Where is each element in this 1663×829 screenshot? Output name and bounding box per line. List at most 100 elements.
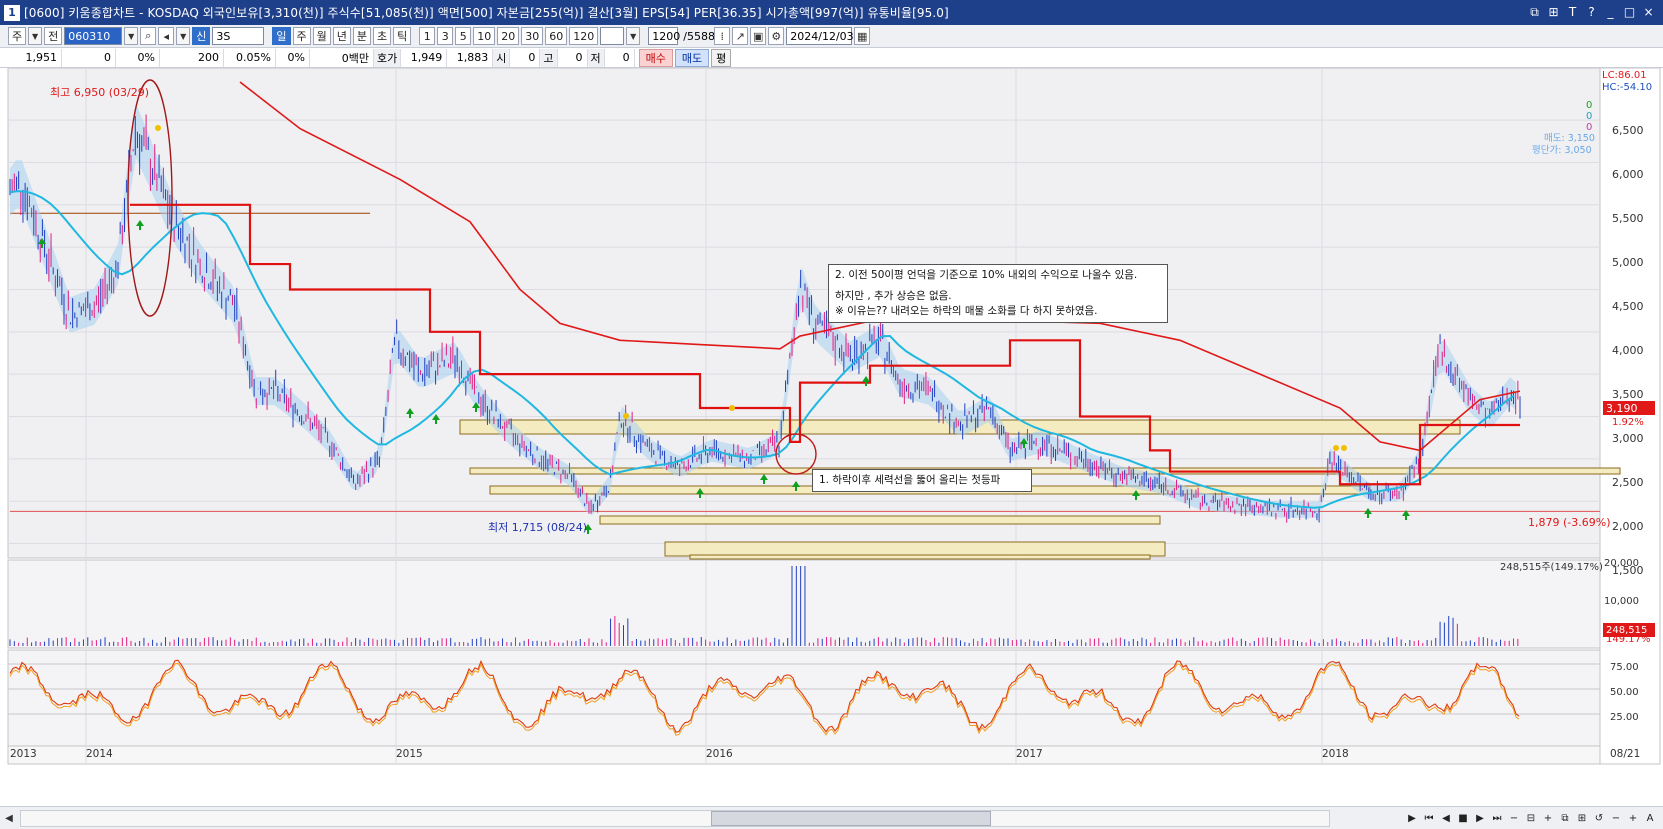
data-count-input[interactable]: 1200 [648,27,680,45]
scroll-controls: ▶ ⏮ ◀ ■ ▶ ⏭ − ⊟ + ⧉ ⊞ ↺ − + A [1405,810,1657,826]
interval-tick-tab[interactable]: 틱 [393,27,412,45]
calendar-icon[interactable]: ▦ [854,27,871,45]
minute-step-10[interactable]: 10 [473,27,496,45]
date-input[interactable]: 2024/12/03 [786,27,854,45]
app-icon: 1 [4,4,20,21]
zoom-out-icon[interactable]: − [1507,810,1521,826]
minute-step-3[interactable]: 3 [437,27,454,45]
chart-toolbar: 주 ▼ 전 060310 ▼ ⌕ ◂ ▼ 신 3S 일 주 월 년 분 초 틱 … [0,25,1663,48]
tile-window-icon[interactable]: ⊞ [1545,3,1562,21]
hc-label: HC:-54.10 [1602,82,1653,93]
annotation-note-1: 1. 하락이후 세력선을 뚫어 올리는 첫등파 [812,469,1032,492]
minus-icon[interactable]: − [1609,810,1623,826]
x-axis-label: 2015 [396,748,423,760]
scroll-thumb[interactable] [711,811,991,826]
stop-icon[interactable]: ■ [1456,810,1470,826]
expand-icon[interactable]: ⊞ [1575,810,1589,826]
minute-step-30[interactable]: 30 [521,27,544,45]
y-axis-label: 5,500 [1612,212,1644,225]
zoom-in-icon[interactable]: + [1541,810,1555,826]
current-price-tag: 3,190 [1603,401,1655,415]
sell-signal-icon [729,405,735,411]
interval-week-tab[interactable]: 주 [292,27,311,45]
next-page-icon[interactable]: ▶ [1473,810,1487,826]
minute-step-60[interactable]: 60 [545,27,568,45]
sell-signal-icon [1333,445,1339,451]
fit-icon[interactable]: ⧉ [1558,810,1572,826]
y-axis-label: 2,000 [1612,520,1644,533]
draw-icon[interactable]: ↗ [732,27,749,45]
help-icon[interactable]: ? [1583,3,1600,21]
scroll-track[interactable] [20,810,1330,827]
lc-label: LC:86.01 [1602,70,1647,81]
last-page-icon[interactable]: ⏭ [1490,810,1504,826]
speaker-icon[interactable]: ◂ [158,27,175,45]
bid-price: 1,883 [447,48,494,67]
plus-icon[interactable]: + [1626,810,1640,826]
minute-step-5[interactable]: 5 [455,27,472,45]
interval-minute-tab[interactable]: 분 [352,27,371,45]
legend-value: 0 [1586,100,1593,111]
turnover-rate: 0% [276,48,310,67]
interval-second-tab[interactable]: 초 [373,27,392,45]
y-axis-label: 4,500 [1612,300,1644,313]
resistance-zone [664,541,1166,557]
scroll-right-icon[interactable]: ▶ [1405,810,1419,826]
x-axis-label: 2014 [86,748,113,760]
average-button[interactable]: 평 [711,48,732,67]
interval-year-tab[interactable]: 년 [332,27,351,45]
prev-page-icon[interactable]: ◀ [1439,810,1453,826]
period-select[interactable]: 주 [8,27,27,45]
chevron-down-icon[interactable]: ▼ [176,27,191,45]
gear-icon[interactable]: ⚙ [768,27,785,45]
chart-area[interactable]: 6,500 6,000 5,500 5,000 4,500 4,000 3,50… [0,68,1663,806]
volume-axis-label: 20,000 [1604,558,1639,569]
restore-window-icon[interactable]: ⧉ [1526,3,1543,21]
window-title: [0600] 키움종합차트 - KOSDAQ 외국인보유[3,310(천)] 주… [24,6,949,20]
compare-select[interactable]: 전 [44,27,63,45]
first-page-icon[interactable]: ⏮ [1422,810,1436,826]
legend-value: 0 [1586,111,1593,122]
chart-scrollbar[interactable]: ◀ ▶ ⏮ ◀ ■ ▶ ⏭ − ⊟ + ⧉ ⊞ ↺ − + A [0,806,1663,829]
stock-code-input[interactable]: 060310 [64,27,123,45]
maximize-icon[interactable]: □ [1621,3,1638,21]
trade-amount: 0백만 [310,48,374,67]
stock-name-field: 3S [212,27,265,45]
interval-month-tab[interactable]: 월 [312,27,331,45]
custom-step-input[interactable] [600,27,625,45]
chevron-down-icon[interactable]: ▼ [626,27,641,45]
font-icon[interactable]: T [1564,3,1581,21]
minute-step-120[interactable]: 120 [569,27,599,45]
chevron-down-icon[interactable]: ▼ [124,27,139,45]
buy-button[interactable]: 매수 [638,48,673,67]
price-chart-canvas[interactable] [0,68,1663,806]
minute-step-20[interactable]: 20 [497,27,520,45]
volume-peak-label: 248,515주(149.17%) [1500,562,1603,573]
annotation-note-2: 2. 이전 50이평 언덕을 기준으로 10% 내외의 수익으로 나올수 있음.… [828,264,1168,323]
text-size-icon[interactable]: A [1643,810,1657,826]
chevron-down-icon[interactable]: ▼ [28,27,43,45]
volume-rate: 0.05% [224,48,276,67]
sell-signal-icon [155,125,161,131]
resistance-zone [599,515,1161,525]
close-icon[interactable]: × [1640,3,1657,21]
grid-icon[interactable]: ⁞ [714,27,731,45]
search-icon[interactable]: ⌕ [140,27,157,45]
x-axis-label: 2016 [706,748,733,760]
market-badge: 신 [192,27,211,45]
zoom-slider-icon[interactable]: ⊟ [1524,810,1538,826]
interval-day-tab[interactable]: 일 [272,27,291,45]
minute-step-1[interactable]: 1 [419,27,436,45]
sell-button[interactable]: 매도 [674,48,710,67]
ask-price: 1,949 [401,48,448,67]
volume-axis-label: 10,000 [1604,596,1639,607]
quote-info-row: 1,951 0 0% 200 0.05% 0% 0백만 호가 1,949 1,8… [0,48,1663,68]
low-price-marker: 최저 1,715 (08/24) [488,521,588,534]
minimize-icon[interactable]: _ [1602,3,1619,21]
save-icon[interactable]: ▣ [750,27,767,45]
current-change-label: 1.92% [1612,417,1644,428]
low-label: 저 [587,48,605,67]
y-axis-label: 6,500 [1612,124,1644,137]
scroll-left-icon[interactable]: ◀ [0,809,18,827]
reset-icon[interactable]: ↺ [1592,810,1606,826]
